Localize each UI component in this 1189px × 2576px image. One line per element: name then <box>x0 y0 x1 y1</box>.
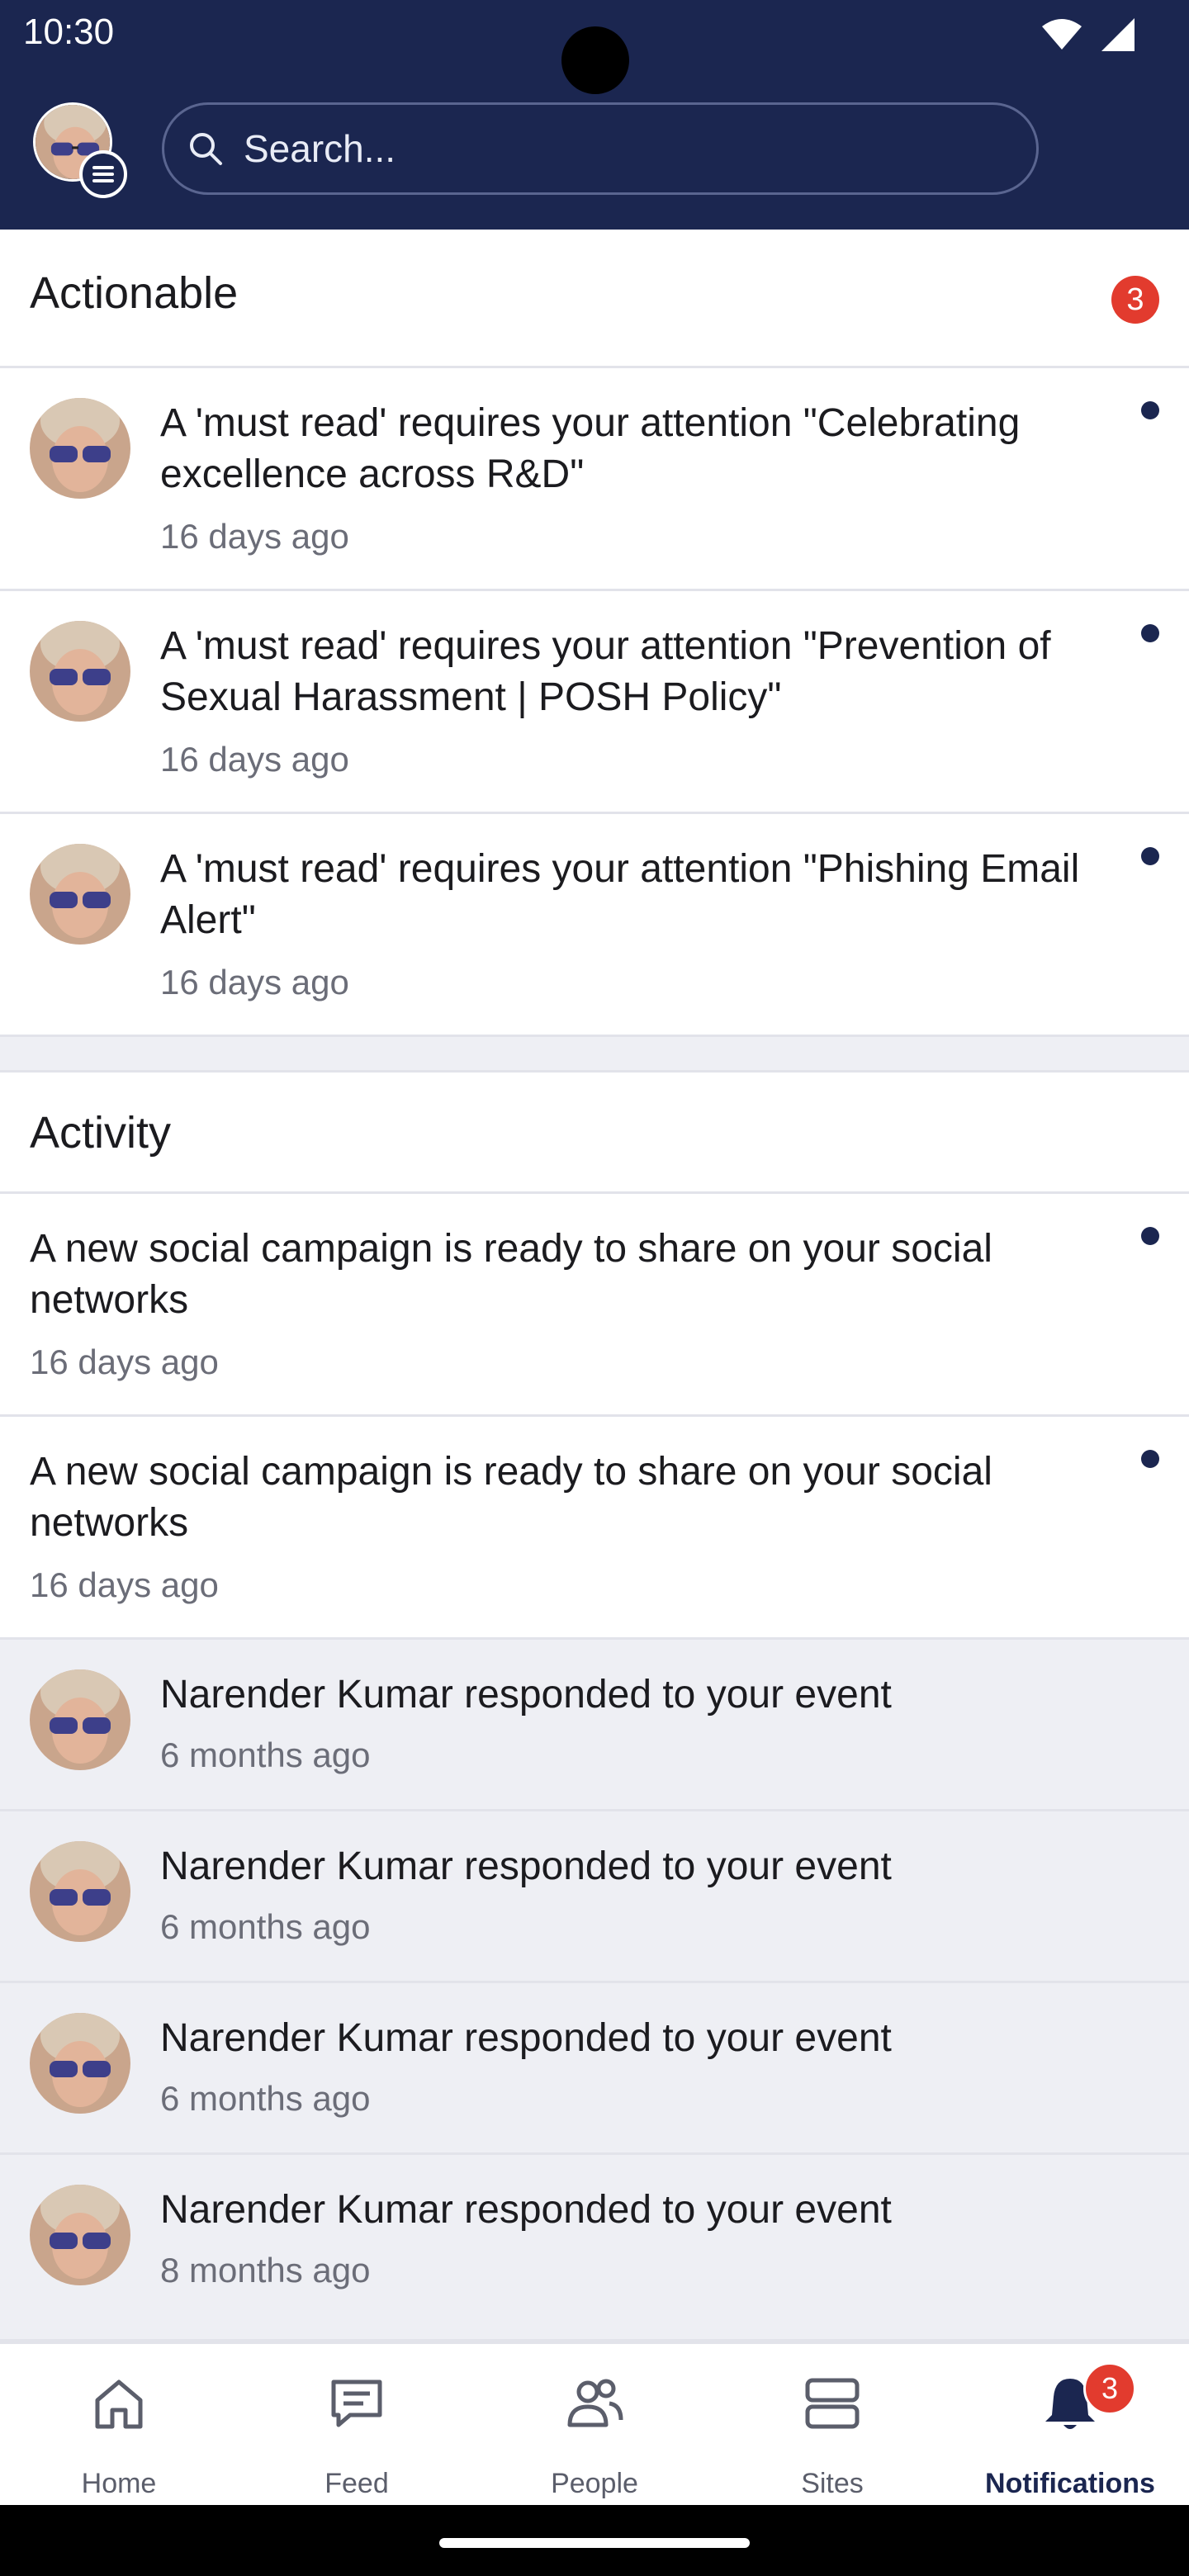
notification-row[interactable]: A 'must read' requires your attention "P… <box>0 814 1189 1037</box>
nav-feed[interactable]: Feed <box>238 2344 476 2507</box>
home-gesture-pill[interactable] <box>439 2538 750 2548</box>
profile-avatar-button[interactable] <box>33 102 127 198</box>
notification-time: 6 months ago <box>160 2079 371 2118</box>
activity-header: Activity <box>0 1070 1189 1194</box>
notification-row[interactable]: A new social campaign is ready to share … <box>0 1417 1189 1640</box>
section-title-actionable: Actionable <box>30 268 239 318</box>
section-title-activity: Activity <box>30 1108 172 1158</box>
notification-row[interactable]: Narender Kumar responded to your event 6… <box>0 1811 1189 1983</box>
nav-label: Notifications <box>985 2468 1155 2499</box>
notification-text: Narender Kumar responded to your event <box>160 2016 892 2060</box>
search-bar[interactable] <box>162 102 1039 195</box>
notification-text: Narender Kumar responded to your event <box>160 1673 892 1717</box>
notification-count-badge: 3 <box>1083 2362 1136 2415</box>
avatar <box>30 1669 130 1770</box>
avatar <box>30 621 130 722</box>
notification-row[interactable]: A new social campaign is ready to share … <box>0 1194 1189 1417</box>
home-icon <box>95 2379 143 2429</box>
nav-label: Home <box>81 2468 157 2499</box>
nav-people[interactable]: People <box>476 2344 713 2507</box>
notification-row[interactable]: A 'must read' requires your attention "C… <box>0 368 1189 591</box>
app-header: 10:30 <box>0 0 1189 230</box>
unread-dot <box>1141 401 1159 419</box>
feed-icon <box>331 2379 382 2427</box>
nav-notifications[interactable]: 3 Notifications <box>951 2344 1189 2507</box>
notification-text: A new social campaign is ready to share … <box>30 1227 992 1322</box>
unread-dot <box>1141 624 1159 642</box>
actionable-header: Actionable 3 <box>0 234 1189 368</box>
notification-row[interactable]: Narender Kumar responded to your event 6… <box>0 1983 1189 2155</box>
notification-text: A 'must read' requires your attention "P… <box>160 624 1051 719</box>
avatar <box>30 2185 130 2285</box>
notification-time: 16 days ago <box>30 1342 219 1381</box>
notification-time: 6 months ago <box>160 1907 371 1946</box>
search-input[interactable] <box>242 125 988 172</box>
nav-label: People <box>551 2468 638 2499</box>
notification-row[interactable]: A 'must read' requires your attention "P… <box>0 591 1189 814</box>
section-divider <box>0 1037 1189 1070</box>
notification-text: Narender Kumar responded to your event <box>160 1844 892 1888</box>
wifi-icon <box>1042 19 1082 50</box>
nav-sites[interactable]: Sites <box>713 2344 951 2507</box>
system-navigation-bar <box>0 2505 1189 2576</box>
notification-time: 8 months ago <box>160 2251 371 2290</box>
camera-cutout <box>561 26 629 94</box>
people-icon <box>567 2379 623 2427</box>
avatar <box>30 844 130 945</box>
notification-time: 6 months ago <box>160 1735 371 1774</box>
bottom-navigation: Home Feed People Sites 3 Notifications <box>0 2342 1189 2505</box>
signal-icon <box>1101 18 1135 51</box>
search-icon <box>190 133 222 165</box>
notification-time: 16 days ago <box>160 517 349 556</box>
notification-time: 16 days ago <box>160 740 349 779</box>
avatar <box>30 1841 130 1942</box>
notification-text: A 'must read' requires your attention "C… <box>160 401 1021 496</box>
unread-dot <box>1141 1450 1159 1468</box>
actionable-count-badge: 3 <box>1111 276 1159 324</box>
notification-text: A 'must read' requires your attention "P… <box>160 847 1080 942</box>
status-time: 10:30 <box>23 12 115 52</box>
notification-row[interactable]: Narender Kumar responded to your event 8… <box>0 2155 1189 2342</box>
nav-home[interactable]: Home <box>0 2344 238 2507</box>
notification-text: A new social campaign is ready to share … <box>30 1450 992 1545</box>
notification-time: 16 days ago <box>30 1565 219 1604</box>
nav-label: Sites <box>801 2468 864 2499</box>
notification-row[interactable]: Narender Kumar responded to your event 6… <box>0 1640 1189 1811</box>
nav-label: Feed <box>324 2468 389 2499</box>
unread-dot <box>1141 847 1159 865</box>
unread-dot <box>1141 1227 1159 1245</box>
avatar <box>30 398 130 499</box>
menu-icon[interactable] <box>79 150 127 198</box>
notification-time: 16 days ago <box>160 963 349 1002</box>
avatar <box>30 2013 130 2114</box>
sites-icon <box>805 2378 860 2429</box>
status-icons <box>1040 17 1136 53</box>
notification-text: Narender Kumar responded to your event <box>160 2188 892 2232</box>
